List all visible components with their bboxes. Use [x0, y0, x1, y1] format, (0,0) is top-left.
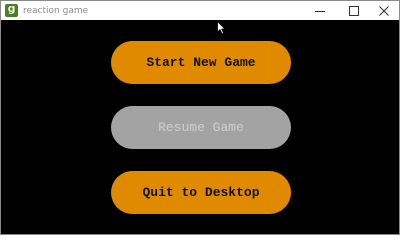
close-icon	[379, 5, 389, 16]
app-icon: g	[5, 2, 18, 17]
window-title: reaction game	[23, 5, 89, 16]
game-menu-area: Start New Game Resume Game Quit to Deskt…	[1, 20, 399, 234]
start-new-game-button[interactable]: Start New Game	[111, 41, 291, 84]
minimize-button[interactable]	[303, 1, 337, 20]
quit-to-desktop-button[interactable]: Quit to Desktop	[111, 171, 291, 214]
title-bar[interactable]: g reaction game	[1, 1, 399, 20]
resume-game-button: Resume Game	[111, 106, 291, 149]
app-icon-glyph: g	[7, 2, 16, 15]
mouse-cursor-icon	[217, 21, 226, 35]
maximize-button[interactable]	[337, 1, 371, 20]
maximize-icon	[349, 5, 359, 16]
app-window: g reaction game Start New Game Resume Ga…	[0, 0, 400, 235]
minimize-icon	[315, 10, 325, 12]
close-button[interactable]	[367, 1, 400, 20]
